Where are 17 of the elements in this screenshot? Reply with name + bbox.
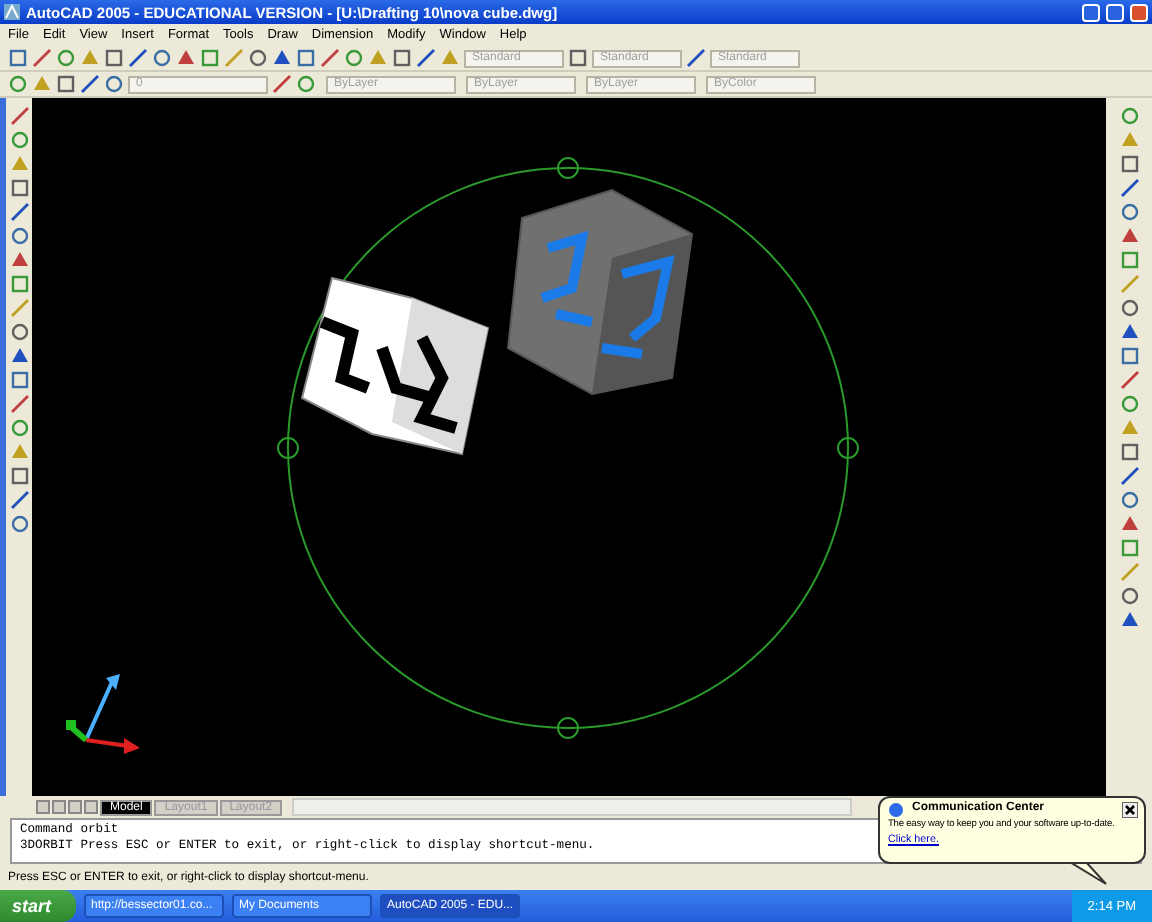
close-button[interactable] — [1130, 3, 1148, 21]
maximize-button[interactable] — [1106, 3, 1124, 21]
orbit-handle[interactable] — [837, 437, 859, 459]
horizontal-scrollbar[interactable] — [292, 798, 852, 816]
tool-icon[interactable] — [568, 48, 588, 68]
close-icon[interactable] — [1122, 802, 1138, 818]
minimize-button[interactable] — [1082, 3, 1100, 21]
app-icon — [4, 4, 20, 20]
ucs-icon — [66, 674, 140, 754]
orbit-handle[interactable] — [557, 717, 579, 739]
drawing-canvas[interactable] — [32, 98, 1106, 796]
start-button[interactable]: start — [0, 890, 76, 922]
info-icon — [888, 802, 904, 818]
orbit-handle[interactable] — [277, 437, 299, 459]
orbit-handle[interactable] — [557, 157, 579, 179]
tool-icon[interactable] — [686, 48, 706, 68]
orbit-circle[interactable] — [287, 167, 849, 729]
